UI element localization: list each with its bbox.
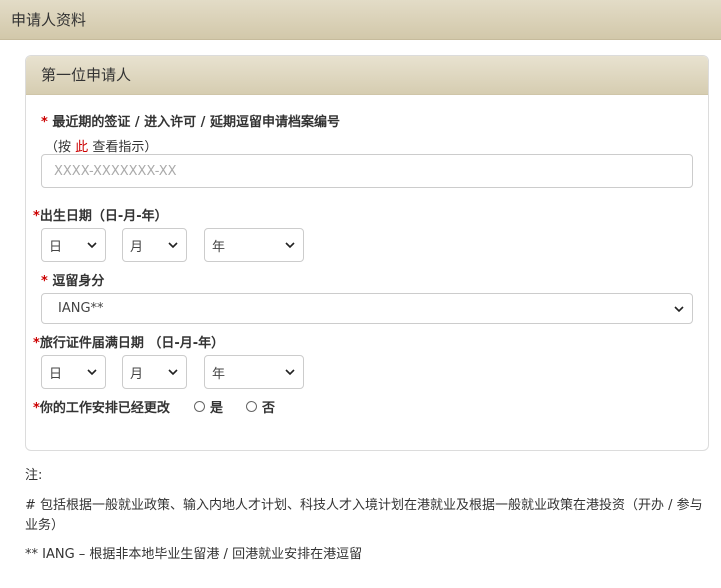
card-title: 第一位申请人	[41, 66, 132, 84]
expiry-month-select[interactable]: 月	[122, 355, 187, 389]
stay-status-label: * 逗留身分	[41, 270, 104, 289]
dob-year-select[interactable]: 年	[204, 228, 304, 262]
page-title: 申请人资料	[11, 11, 87, 29]
work-change-no-option[interactable]: 否	[246, 397, 275, 416]
visa-number-label: * 最近期的签证 / 进入许可 / 延期逗留申请档案编号	[41, 111, 340, 130]
required-mark: *	[33, 209, 40, 224]
radio-no[interactable]	[246, 401, 257, 412]
note-line-2: ** IANG – 根据非本地毕业生留港 / 回港就业安排在港逗留	[25, 547, 363, 562]
expiry-year-value: 年	[212, 366, 226, 382]
required-mark: *	[33, 336, 40, 351]
stay-status-label-text: 逗留身分	[52, 274, 105, 289]
dob-label-text: 出生日期（日-月-年）	[39, 209, 168, 224]
required-mark: *	[33, 401, 40, 416]
work-change-label-text: 你的工作安排已经更改	[39, 401, 170, 416]
chevron-down-icon	[168, 369, 178, 376]
radio-no-label: 否	[262, 401, 276, 416]
dob-day-value: 日	[49, 239, 63, 255]
doc-expiry-label: *旅行证件届满日期 （日-月-年）	[33, 332, 224, 351]
required-mark: *	[41, 115, 48, 130]
stay-status-value: IANG**	[58, 301, 104, 316]
hint-prefix: （按	[45, 140, 72, 155]
chevron-down-icon	[285, 242, 295, 249]
notes-heading: 注:	[25, 468, 43, 483]
expiry-year-select[interactable]: 年	[204, 355, 304, 389]
dob-label: *出生日期（日-月-年）	[33, 205, 168, 224]
dob-month-value: 月	[130, 239, 144, 255]
chevron-down-icon	[87, 242, 97, 249]
work-change-yes-option[interactable]: 是	[194, 397, 223, 416]
dob-month-select[interactable]: 月	[122, 228, 187, 262]
expiry-day-value: 日	[49, 366, 63, 382]
note-line-1: # 包括根据一般就业政策、输入内地人才计划、科技人才入境计划在港就业及根据一般就…	[25, 498, 703, 533]
card-header: 第一位申请人	[26, 56, 708, 95]
doc-expiry-label-text: 旅行证件届满日期 （日-月-年）	[39, 336, 225, 351]
dob-day-select[interactable]: 日	[41, 228, 106, 262]
visa-number-label-text: 最近期的签证 / 进入许可 / 延期逗留申请档案编号	[52, 115, 340, 130]
visa-number-input[interactable]	[41, 154, 693, 188]
chevron-down-icon	[87, 369, 97, 376]
instructions-link[interactable]: 此	[75, 140, 88, 155]
hint-suffix: 查看指示）	[92, 140, 158, 155]
visa-number-hint: （按 此 查看指示）	[45, 136, 157, 155]
required-mark: *	[41, 274, 48, 289]
stay-status-select[interactable]: IANG**	[41, 293, 693, 324]
dob-year-value: 年	[212, 239, 226, 255]
expiry-day-select[interactable]: 日	[41, 355, 106, 389]
radio-yes-label: 是	[210, 401, 224, 416]
page-header: 申请人资料	[0, 0, 721, 40]
chevron-down-icon	[168, 242, 178, 249]
work-change-label: *你的工作安排已经更改	[33, 397, 170, 416]
chevron-down-icon	[285, 369, 295, 376]
expiry-month-value: 月	[130, 366, 144, 382]
radio-yes[interactable]	[194, 401, 205, 412]
chevron-down-icon	[674, 305, 684, 312]
